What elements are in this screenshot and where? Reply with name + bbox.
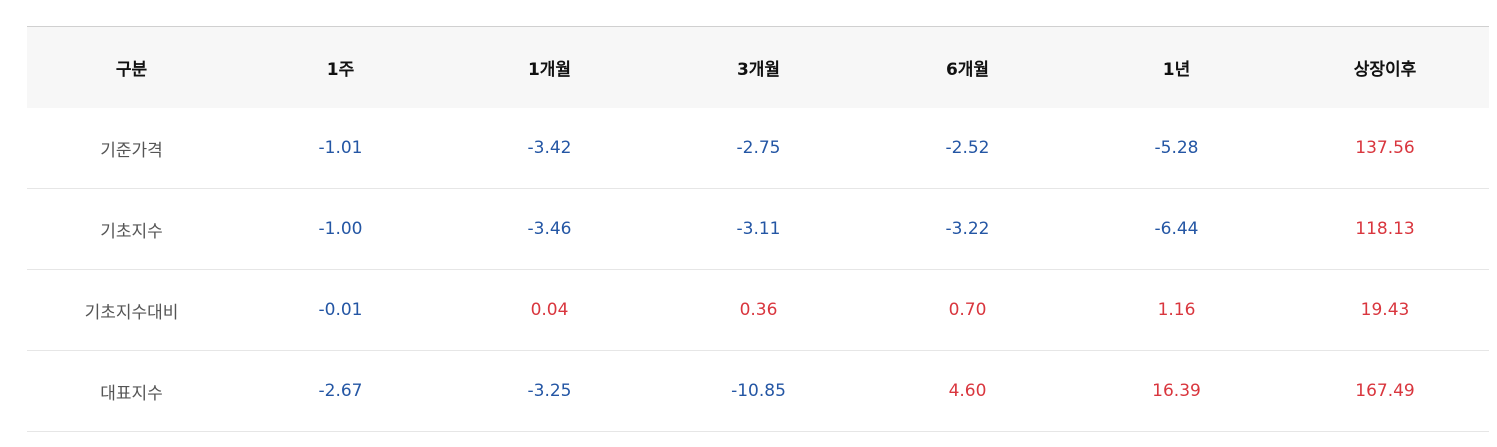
returns-table-container: 구분 1주 1개월 3개월 6개월 1년 상장이후 기준가격 -1.01 -3.…	[27, 26, 1489, 432]
table-cell: -2.52	[945, 138, 990, 158]
table-cell: 1.16	[1157, 300, 1196, 320]
table-cell: -3.46	[527, 219, 572, 239]
table-cell: 19.43	[1360, 300, 1410, 320]
table-cell: -3.25	[527, 381, 572, 401]
row-label-nav: 기준가격	[100, 140, 163, 161]
table-cell: 137.56	[1355, 138, 1415, 158]
table-cell: -1.00	[318, 219, 363, 239]
header-since-listing: 상장이후	[1353, 60, 1417, 80]
table-cell: 0.04	[530, 300, 569, 320]
table-cell: -10.85	[731, 381, 786, 401]
row-label-benchmark-index: 대표지수	[100, 383, 163, 404]
header-1-year: 1년	[1162, 60, 1191, 80]
header-1-week: 1주	[326, 60, 355, 80]
row-label-vs-base-index: 기초지수대비	[84, 302, 179, 323]
returns-table: 구분 1주 1개월 3개월 6개월 1년 상장이후 기준가격 -1.01 -3.…	[27, 26, 1489, 432]
header-6-months: 6개월	[945, 60, 990, 80]
table-row: 기초지수대비 -0.01 0.04 0.36 0.70 1.16 19.43	[27, 270, 1489, 351]
table-row: 기준가격 -1.01 -3.42 -2.75 -2.52 -5.28 137.5…	[27, 108, 1489, 189]
row-label-base-index: 기초지수	[100, 221, 163, 242]
header-3-months: 3개월	[736, 60, 781, 80]
table-cell: 0.36	[739, 300, 778, 320]
table-header-row: 구분 1주 1개월 3개월 6개월 1년 상장이후	[27, 26, 1489, 108]
table-cell: -2.67	[318, 381, 363, 401]
table-cell: 118.13	[1355, 219, 1415, 239]
table-cell: -5.28	[1154, 138, 1199, 158]
header-category: 구분	[115, 60, 148, 80]
table-cell: -6.44	[1154, 219, 1199, 239]
table-cell: -3.42	[527, 138, 572, 158]
table-cell: -3.11	[736, 219, 781, 239]
table-cell: 0.70	[948, 300, 987, 320]
table-cell: 16.39	[1152, 381, 1201, 401]
table-cell: 4.60	[948, 381, 987, 401]
table-cell: 167.49	[1355, 381, 1415, 401]
table-cell: -2.75	[736, 138, 781, 158]
table-cell: -1.01	[318, 138, 363, 158]
table-row: 대표지수 -2.67 -3.25 -10.85 4.60 16.39 167.4…	[27, 351, 1489, 432]
header-1-month: 1개월	[527, 60, 572, 80]
table-cell: -3.22	[945, 219, 990, 239]
table-row: 기초지수 -1.00 -3.46 -3.11 -3.22 -6.44 118.1…	[27, 189, 1489, 270]
table-cell: -0.01	[318, 300, 363, 320]
